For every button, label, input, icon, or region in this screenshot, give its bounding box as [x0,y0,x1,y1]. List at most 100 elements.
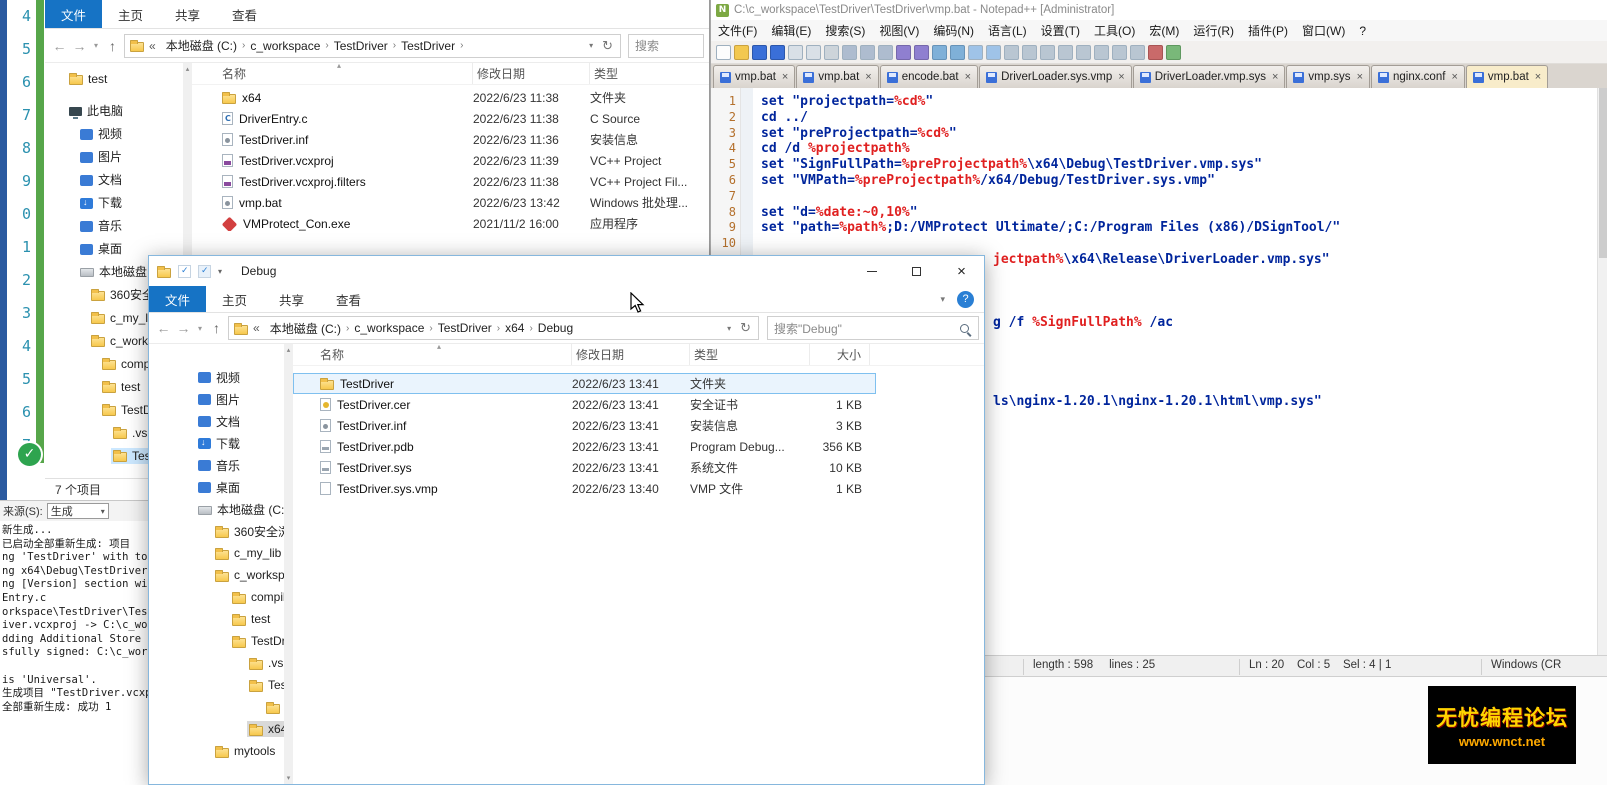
monitoring-icon[interactable] [1130,44,1145,60]
editor-tab[interactable]: vmp.bat × [796,65,879,88]
back-icon[interactable]: ← [50,38,69,54]
file-row[interactable]: TestDriver.pdb 2022/6/23 13:41 Program Deb… [293,436,876,457]
column-header-size[interactable]: 大小 [810,344,870,365]
ribbon-tab-2[interactable]: 共享 [159,0,216,28]
search-icon[interactable] [960,323,969,333]
back-icon[interactable]: ← [154,320,173,336]
cut-icon[interactable] [842,44,857,60]
sidebar-scrollbar[interactable]: ▴ ▾ [284,344,293,784]
up-icon[interactable]: ↑ [207,320,226,336]
copy-icon[interactable] [860,44,875,60]
column-header-date[interactable]: 修改日期 [473,63,590,84]
breadcrumb-overflow-icon[interactable]: « [146,39,159,53]
file-row[interactable]: TestDriver.inf 2022/6/23 11:36 安装信息 [192,129,709,150]
ribbon-tab-3[interactable]: 查看 [320,286,377,312]
file-row[interactable]: x64 2022/6/23 11:38 文件夹 [192,87,709,108]
sidebar-item[interactable]: 下载 [45,191,183,214]
sidebar-item[interactable]: 图片 [45,145,183,168]
help-icon[interactable]: ? [957,290,974,308]
zoom-out-icon[interactable] [986,44,1001,60]
search-input[interactable]: 搜索"Debug" [767,316,979,340]
refresh-icon[interactable]: ↻ [602,38,613,54]
open-file-icon[interactable] [734,44,749,60]
address-box[interactable]: « 本地磁盘 (C:) › c_workspace › TestDriver › x64 › D… [228,316,759,340]
sidebar-item[interactable]: 音乐 [45,214,183,237]
forward-icon[interactable]: → [174,320,193,336]
file-row[interactable]: TestDriver.cer 2022/6/23 13:41 安全证书 1 KB [293,394,876,415]
sidebar-item[interactable]: x64 [149,718,284,740]
scrollbar-thumb[interactable] [1599,88,1607,258]
menu-item[interactable]: 视图(V) [872,22,926,39]
play-macro-icon[interactable] [1166,44,1181,60]
sidebar-item[interactable]: 360安全浏览器 [149,520,284,542]
editor-tab[interactable]: DriverLoader.vmp.sys × [1132,65,1286,88]
editor-tab[interactable]: encode.bat × [879,65,979,88]
menu-item[interactable]: 窗口(W) [1295,22,1352,39]
quick-access-icon[interactable] [178,264,191,278]
sidebar-item[interactable]: 此电脑 [45,99,183,122]
ribbon-collapse-icon[interactable]: ▾ [940,294,945,305]
close-all-icon[interactable] [806,44,821,60]
menu-item[interactable]: 工具(O) [1087,22,1142,39]
editor-tab[interactable]: DriverLoader.sys.vmp × [979,65,1132,88]
address-dropdown-icon[interactable]: ▾ [727,324,731,333]
close-button[interactable]: × [939,256,984,286]
breadcrumb-item[interactable]: TestDriver [329,39,393,53]
forward-icon[interactable]: → [70,38,89,54]
scroll-down-icon[interactable]: ▾ [287,774,291,782]
sidebar-item[interactable]: 文档 [45,168,183,191]
refresh-icon[interactable]: ↻ [740,320,751,336]
quick-access-icon[interactable] [198,264,211,278]
close-tab-icon[interactable]: × [782,71,788,83]
save-all-icon[interactable] [770,44,785,60]
ribbon-tab-2[interactable]: 共享 [263,286,320,312]
breadcrumb-overflow-icon[interactable]: « [250,321,263,335]
file-row[interactable]: TestDriver.vcxproj.filters 2022/6/23 11:3… [192,171,709,192]
close-tab-icon[interactable]: × [1118,71,1124,83]
editor-tab[interactable]: vmp.bat × [713,65,796,88]
menu-item[interactable]: 文件(F) [711,22,764,39]
menu-item[interactable]: 设置(T) [1034,22,1087,39]
paste-icon[interactable] [878,44,893,60]
sync-vertical-icon[interactable] [1004,44,1019,60]
sidebar-item[interactable]: test [149,608,284,630]
sidebar-item[interactable]: .vs [149,652,284,674]
quick-access-dropdown-icon[interactable]: ▾ [218,267,222,276]
file-row[interactable]: TestDriver.inf 2022/6/23 13:41 安装信息 3 KB [293,415,876,436]
menu-item[interactable]: 语言(L) [981,22,1034,39]
editor-tab[interactable]: vmp.sys × [1286,65,1370,88]
print-icon[interactable] [824,44,839,60]
file-row[interactable]: TestDriver.vcxproj 2022/6/23 11:39 VC++ Pr… [192,150,709,171]
function-list-icon[interactable] [1112,44,1127,60]
column-header-name[interactable]: 名称 [293,344,572,365]
breadcrumb-item[interactable]: TestDriver [433,321,497,335]
sidebar-item[interactable]: 文档 [149,410,284,432]
search-input[interactable]: 搜索 [628,33,704,58]
breadcrumb-item[interactable]: Debug [533,321,578,335]
sidebar-item[interactable]: x64 [149,696,284,718]
file-row[interactable]: DriverEntry.c 2022/6/23 11:38 C Source [192,108,709,129]
menu-item[interactable]: 运行(R) [1186,22,1241,39]
sidebar-item[interactable]: TestDriver [149,630,284,652]
menu-item[interactable]: 搜索(S) [818,22,872,39]
save-icon[interactable] [752,44,767,60]
indent-guide-icon[interactable] [1076,44,1091,60]
close-tab-icon[interactable]: × [965,71,971,83]
menu-item[interactable]: 插件(P) [1241,22,1295,39]
close-icon[interactable] [788,44,803,60]
record-macro-icon[interactable] [1148,44,1163,60]
ribbon-tab-3[interactable]: 查看 [216,0,273,28]
editor-scrollbar[interactable] [1597,88,1607,655]
undo-icon[interactable] [896,44,911,60]
up-icon[interactable]: ↑ [103,38,122,54]
sidebar-item[interactable]: 下载 [149,432,284,454]
replace-icon[interactable] [950,44,965,60]
close-tab-icon[interactable]: × [1357,71,1363,83]
column-header-type[interactable]: 类型 [590,63,709,84]
sidebar-item[interactable]: mytools [149,740,284,762]
ribbon-tab-1[interactable]: 主页 [206,286,263,312]
history-dropdown-icon[interactable]: ▾ [90,41,102,50]
sidebar-item[interactable]: TestDriver [149,674,284,696]
word-wrap-icon[interactable] [1040,44,1055,60]
file-row[interactable]: vmp.bat 2022/6/23 13:42 Windows 批处理... [192,192,709,213]
